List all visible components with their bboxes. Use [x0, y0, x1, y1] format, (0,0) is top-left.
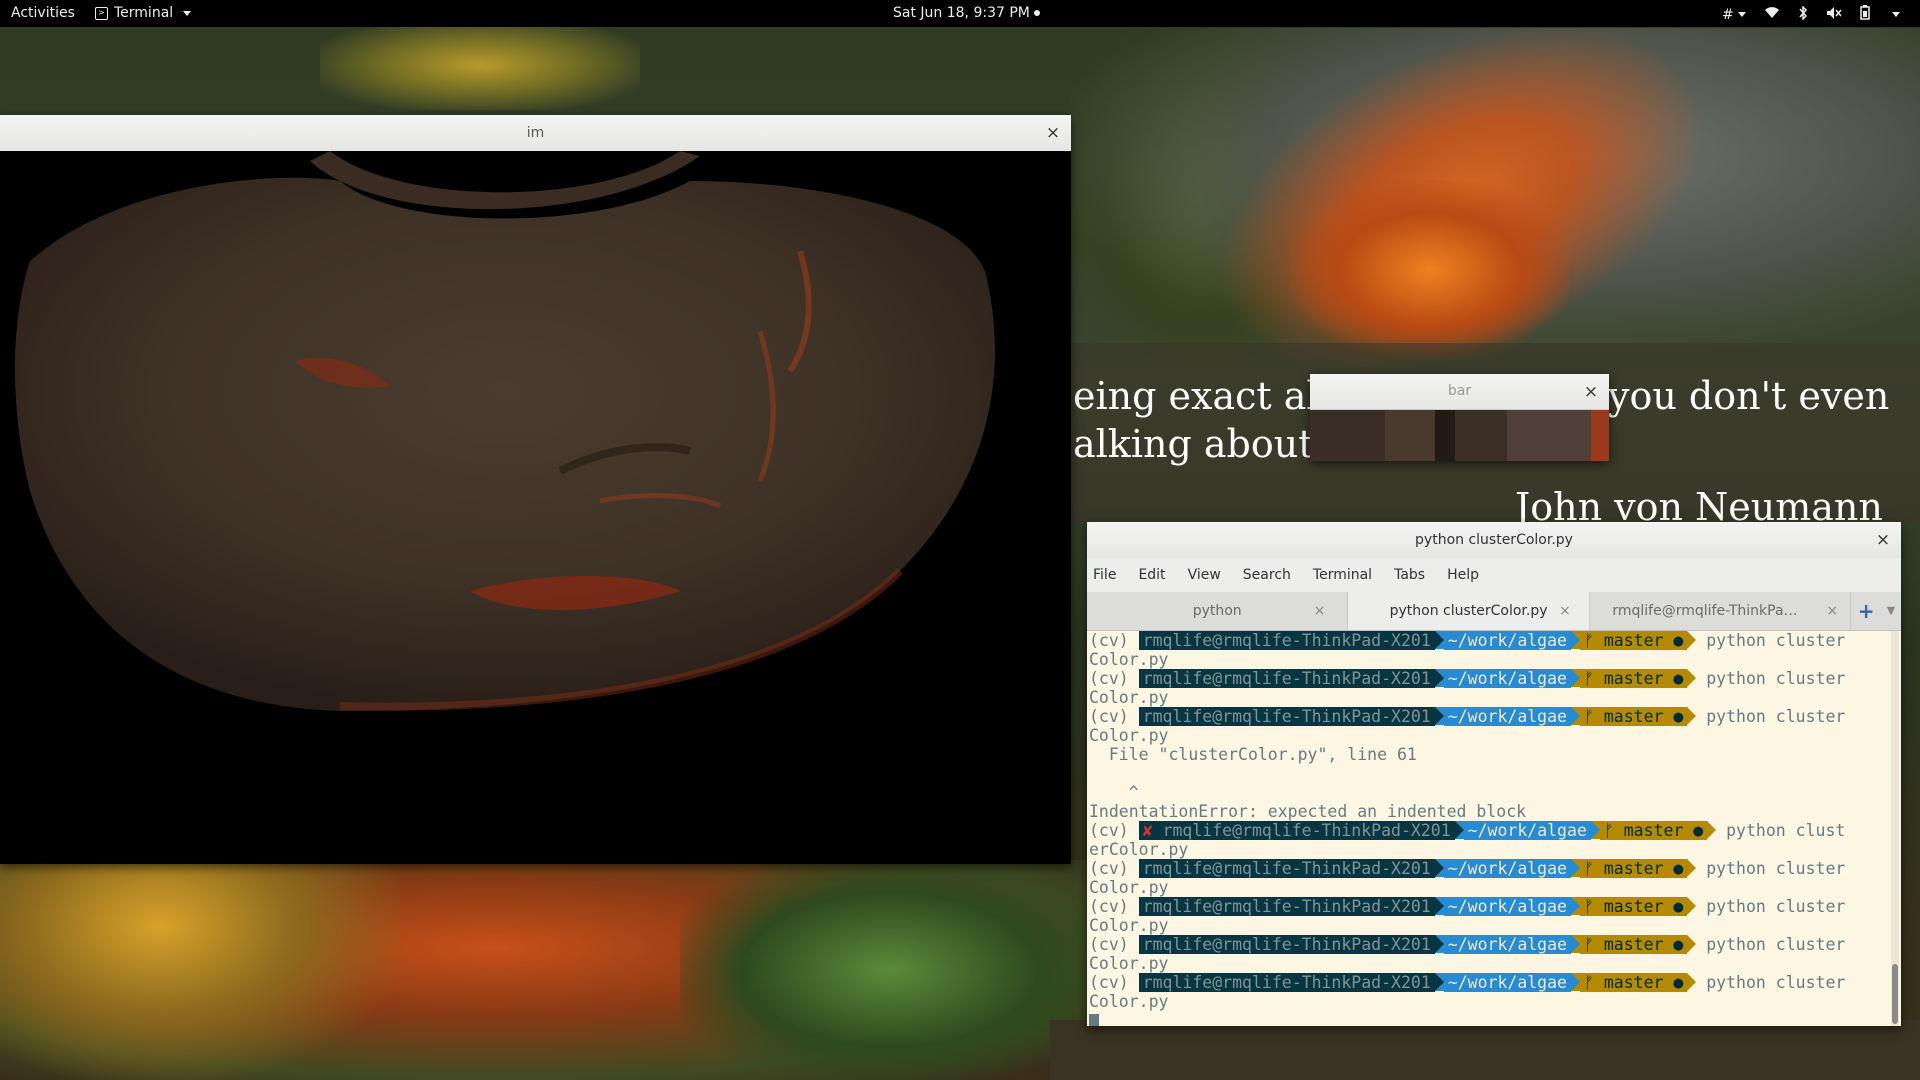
terminal-icon: >: [95, 6, 108, 20]
tab-python-clustercolor[interactable]: python clusterColor.py ×: [1348, 592, 1590, 630]
scrollbar-thumb[interactable]: [1892, 964, 1898, 1024]
terminal-line: erColor.py: [1089, 840, 1189, 859]
terminal-line: File "clusterColor.py", line 61: [1089, 745, 1417, 764]
terminal-line: (cv) rmqlife@rmqlife-ThinkPad-X201 ~/work…: [1089, 631, 1846, 650]
battery-icon: [1859, 5, 1870, 24]
new-tab-button[interactable]: +: [1851, 592, 1881, 630]
bar-window-titlebar[interactable]: bar ×: [1310, 374, 1609, 410]
terminal-window[interactable]: python clusterColor.py × File Edit View …: [1087, 522, 1901, 1026]
tab-close-button[interactable]: ×: [1559, 592, 1571, 630]
wallpaper-quote-line2: alking about.’: [1073, 422, 1338, 466]
chevron-down-icon: [183, 10, 192, 16]
terminal-line: Color.py: [1089, 688, 1169, 707]
color-swatch: [1591, 410, 1609, 461]
window-title: bar: [1447, 383, 1472, 399]
color-swatch-bar: [1310, 410, 1609, 461]
bar-window[interactable]: bar ×: [1310, 374, 1609, 461]
terminal-line: Color.py: [1089, 954, 1169, 973]
terminal-line: (cv) rmqlife@rmqlife-ThinkPad-X201 ~/work…: [1089, 707, 1846, 726]
window-title: python clusterColor.py: [1415, 532, 1573, 548]
tab-close-button[interactable]: ×: [1826, 592, 1838, 630]
volume-muted-icon: [1826, 6, 1842, 24]
window-title: im: [526, 125, 545, 141]
tab-close-button[interactable]: ×: [1314, 592, 1326, 630]
wifi-icon: [1764, 6, 1780, 23]
notification-dot-icon: [1033, 10, 1040, 16]
terminal-line: Color.py: [1089, 992, 1169, 1011]
color-swatch: [1310, 410, 1385, 461]
text-cursor: [1089, 1013, 1099, 1026]
error-mark-icon: ✘: [1142, 821, 1153, 840]
tab-python[interactable]: python ×: [1087, 592, 1349, 630]
terminal-line: (cv) rmqlife@rmqlife-ThinkPad-X201 ~/work…: [1089, 669, 1846, 688]
color-swatch: [1435, 410, 1455, 461]
menu-edit[interactable]: Edit: [1138, 567, 1165, 583]
system-tray[interactable]: #: [1722, 4, 1900, 24]
terminal-line: Color.py: [1089, 916, 1169, 935]
clock-label: Sat Jun 18, 9:37 PM: [893, 5, 1030, 21]
image-window-titlebar[interactable]: im ×: [0, 115, 1071, 152]
terminal-line: (cv) rmqlife@rmqlife-ThinkPad-X201 ~/work…: [1089, 859, 1846, 878]
color-swatch: [1455, 410, 1507, 461]
menu-view[interactable]: View: [1188, 567, 1221, 583]
terminal-menubar: File Edit View Search Terminal Tabs Help: [1087, 558, 1901, 592]
close-button[interactable]: ×: [1581, 374, 1601, 410]
tabs-dropdown-button[interactable]: ▼: [1881, 592, 1901, 630]
algae-shell-image: [15, 151, 995, 711]
activities-button[interactable]: Activities: [11, 5, 75, 21]
close-button[interactable]: ×: [1873, 522, 1893, 558]
color-swatch: [1385, 410, 1435, 461]
app-menu-button[interactable]: > Terminal: [95, 5, 192, 21]
menu-file[interactable]: File: [1093, 567, 1116, 583]
terminal-scrollbar[interactable]: [1891, 631, 1899, 1026]
wallpaper-quote-line1-right: you don't even: [1608, 374, 1890, 418]
terminal-output[interactable]: (cv) rmqlife@rmqlife-ThinkPad-X201 ~/work…: [1087, 631, 1889, 1026]
terminal-line: (cv) rmqlife@rmqlife-ThinkPad-X201 ~/work…: [1089, 973, 1846, 992]
chevron-down-icon: [1891, 12, 1900, 17]
terminal-line: (cv) rmqlife@rmqlife-ThinkPad-X201 ~/work…: [1089, 935, 1846, 954]
app-menu-label: Terminal: [114, 5, 174, 21]
bluetooth-icon: [1798, 4, 1808, 24]
chevron-down-icon: [1737, 12, 1746, 17]
terminal-line: ^: [1089, 783, 1139, 802]
image-window[interactable]: im ×: [0, 115, 1071, 864]
terminal-line: Color.py: [1089, 650, 1169, 669]
menu-terminal[interactable]: Terminal: [1313, 567, 1372, 583]
color-swatch: [1507, 410, 1591, 461]
terminal-line: (cv) ✘ rmqlife@rmqlife-ThinkPad-X201 ~/wo…: [1089, 821, 1846, 840]
terminal-line: Color.py: [1089, 726, 1169, 745]
menu-tabs[interactable]: Tabs: [1394, 567, 1425, 583]
top-bar: Activities > Terminal Sat Jun 18, 9:37 P…: [0, 0, 1920, 27]
menu-search[interactable]: Search: [1243, 567, 1291, 583]
image-canvas: [0, 151, 1071, 864]
terminal-cursor-line: [1089, 1011, 1099, 1026]
menu-help[interactable]: Help: [1447, 567, 1479, 583]
terminal-line: Color.py: [1089, 878, 1169, 897]
clock-button[interactable]: Sat Jun 18, 9:37 PM: [893, 5, 1040, 21]
terminal-line: (cv) rmqlife@rmqlife-ThinkPad-X201 ~/work…: [1089, 897, 1846, 916]
tab-rmqlife-shell[interactable]: rmqlife@rmqlife-ThinkPa… ×: [1590, 592, 1852, 630]
terminal-tabbar: python × python clusterColor.py × rmqlif…: [1087, 592, 1901, 631]
close-button[interactable]: ×: [1043, 115, 1063, 151]
terminal-line: IndentationError: expected an indented b…: [1089, 802, 1527, 821]
keyboard-layout-indicator[interactable]: #: [1722, 7, 1746, 23]
terminal-titlebar[interactable]: python clusterColor.py ×: [1087, 522, 1901, 559]
